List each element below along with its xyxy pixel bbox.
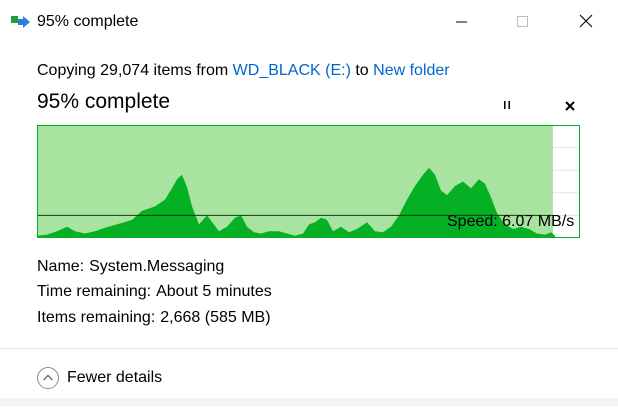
copy-files-icon xyxy=(11,15,31,29)
close-icon xyxy=(565,101,575,111)
title-bar[interactable]: 95% complete xyxy=(0,0,618,44)
detail-name: Name: System.Messaging xyxy=(37,258,224,276)
speed-label: Speed: 6.07 MB/s xyxy=(447,213,575,230)
items-value: 2,668 (585 MB) xyxy=(160,309,271,326)
time-value: About 5 minutes xyxy=(156,283,272,300)
close-icon xyxy=(579,14,593,28)
maximize-button xyxy=(493,0,555,44)
source-link[interactable]: WD_BLACK (E:) xyxy=(233,62,351,79)
copy-prefix: Copying 29,074 items from xyxy=(37,62,233,79)
copy-progress-dialog: 95% complete Copying 29,074 items from W… xyxy=(0,0,618,407)
progress-title: 95% complete xyxy=(37,90,171,113)
window-title: 95% complete xyxy=(37,13,139,30)
maximize-icon xyxy=(517,16,528,27)
pause-button[interactable] xyxy=(498,96,516,114)
pause-icon xyxy=(504,101,510,109)
detail-items-remaining: Items remaining: 2,668 (585 MB) xyxy=(37,309,271,327)
name-label: Name: xyxy=(37,258,85,275)
minimize-button[interactable] xyxy=(431,0,493,44)
items-label: Items remaining: xyxy=(37,309,156,326)
minimize-icon xyxy=(456,21,467,23)
detail-time-remaining: Time remaining: About 5 minutes xyxy=(37,283,272,301)
cancel-button[interactable] xyxy=(560,96,580,116)
copy-summary: Copying 29,074 items from WD_BLACK (E:) … xyxy=(37,62,450,80)
time-label: Time remaining: xyxy=(37,283,152,300)
fewer-details-button[interactable]: Fewer details xyxy=(36,366,162,390)
copy-middle: to xyxy=(350,62,374,79)
close-window-button[interactable] xyxy=(556,0,618,44)
background-window-strip xyxy=(0,398,618,406)
chevron-up-circle-icon xyxy=(37,367,59,389)
fewer-details-label: Fewer details xyxy=(67,369,163,386)
destination-link[interactable]: New folder xyxy=(373,62,449,79)
name-value: System.Messaging xyxy=(89,258,225,275)
